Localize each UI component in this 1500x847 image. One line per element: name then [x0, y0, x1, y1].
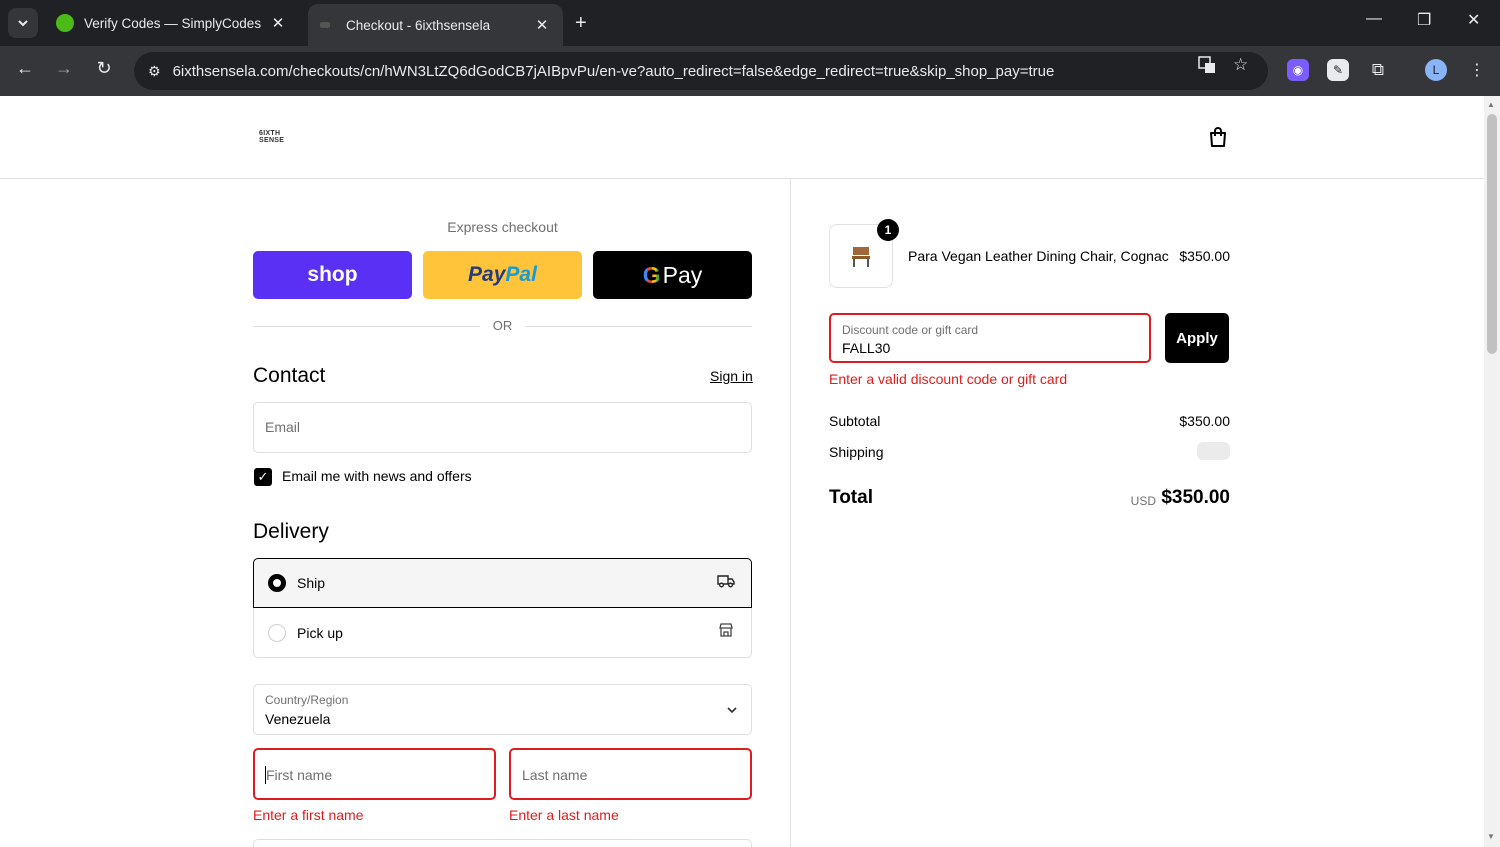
last-name-placeholder: Last name	[522, 767, 588, 783]
column-divider	[790, 179, 791, 847]
total-value: $350.00	[1161, 487, 1230, 508]
total-currency: USD	[1130, 494, 1156, 508]
ship-label: Ship	[297, 575, 326, 591]
site-favicon-icon	[320, 22, 330, 28]
shop-pay-button[interactable]: shop	[253, 251, 412, 299]
shipping-label: Shipping	[829, 444, 884, 460]
chevron-down-icon	[18, 20, 28, 27]
paypal-pal-text: Pal	[505, 263, 537, 286]
pickup-radio[interactable]	[268, 623, 286, 642]
last-name-error: Enter a last name	[509, 807, 619, 823]
email-field[interactable]: Email	[253, 402, 752, 453]
address-bar[interactable]: ⚙ 6ixthsensela.com/checkouts/cn/hWN3LtZQ…	[134, 52, 1268, 90]
shipping-loading-placeholder	[1197, 442, 1230, 460]
subtotal-value: $350.00	[1179, 413, 1230, 429]
quantity-badge: 1	[877, 219, 899, 241]
paypal-pay-text: Pay	[468, 263, 506, 286]
scroll-thumb[interactable]	[1487, 114, 1497, 354]
tab-checkout[interactable]: Checkout - 6ixthsensela ✕	[308, 4, 563, 46]
discount-label: Discount code or gift card	[842, 323, 979, 337]
tab-title: Verify Codes — SimplyCodes	[84, 15, 262, 31]
email-placeholder: Email	[265, 419, 301, 435]
country-value: Venezuela	[265, 711, 331, 727]
discount-value: FALL30	[842, 340, 891, 356]
first-name-placeholder: First name	[266, 767, 333, 783]
total-label: Total	[829, 487, 873, 508]
delivery-heading: Delivery	[253, 520, 329, 543]
last-name-field[interactable]: Last name	[509, 748, 752, 800]
browser-toolbar: ← → ↻ ⚙ 6ixthsensela.com/checkouts/cn/hW…	[0, 46, 1500, 96]
translate-icon[interactable]	[1197, 55, 1217, 80]
first-name-field[interactable]: First name	[253, 748, 496, 800]
store-logo[interactable]: 6IXTH SENSE	[259, 130, 284, 144]
extensions-puzzle-icon[interactable]: ⧉	[1367, 59, 1389, 81]
window-close-icon[interactable]: ✕	[1467, 10, 1480, 30]
minimize-icon[interactable]: —	[1366, 10, 1382, 28]
forward-arrow-icon[interactable]: →	[51, 58, 77, 79]
delivery-option-ship[interactable]: Ship	[253, 558, 752, 608]
close-icon[interactable]: ✕	[269, 14, 287, 32]
discount-code-field[interactable]: Discount code or gift card FALL30	[829, 313, 1151, 363]
sign-in-link[interactable]: Sign in	[710, 368, 753, 384]
ship-radio[interactable]	[268, 574, 286, 592]
bookmark-star-icon[interactable]: ☆	[1233, 55, 1248, 75]
store-icon	[715, 622, 737, 643]
subtotal-label: Subtotal	[829, 413, 881, 429]
contact-heading: Contact	[253, 364, 326, 387]
truck-icon	[715, 574, 737, 593]
extension-leaf-icon[interactable]: ✎	[1327, 59, 1349, 81]
or-divider-text: OR	[492, 318, 513, 333]
discount-error: Enter a valid discount code or gift card	[829, 371, 1068, 387]
delivery-option-pickup[interactable]: Pick up	[253, 608, 752, 658]
profile-avatar[interactable]: L	[1425, 59, 1447, 81]
shop-pay-label: shop	[307, 263, 358, 286]
newsletter-checkbox[interactable]: ✓	[254, 468, 272, 486]
reload-icon[interactable]: ↻	[91, 58, 117, 79]
country-select[interactable]: Country/Region Venezuela	[253, 684, 752, 735]
pickup-label: Pick up	[297, 624, 343, 641]
simplycodes-favicon-icon	[56, 14, 74, 32]
browser-tab-strip: Verify Codes — SimplyCodes ✕ Checkout - …	[0, 0, 1500, 46]
logo-line: SENSE	[259, 137, 285, 144]
chair-image-icon	[852, 247, 870, 267]
scroll-down-icon[interactable]: ▼	[1487, 832, 1495, 841]
or-divider-right	[525, 326, 752, 327]
site-settings-icon[interactable]: ⚙	[148, 63, 161, 80]
chevron-down-icon	[727, 707, 737, 714]
google-g-icon: G	[642, 261, 661, 288]
next-field-partial[interactable]	[253, 839, 752, 847]
product-price: $350.00	[1179, 248, 1230, 264]
tab-title: Checkout - 6ixthsensela	[346, 17, 491, 33]
close-icon[interactable]: ✕	[533, 16, 551, 34]
restore-icon[interactable]: ❐	[1417, 10, 1431, 30]
google-pay-label: Pay	[662, 261, 703, 288]
tab-search-button[interactable]	[8, 8, 38, 38]
google-pay-button[interactable]: G Pay	[593, 251, 752, 299]
tab-simplycodes[interactable]: Verify Codes — SimplyCodes ✕	[44, 6, 299, 40]
kebab-menu-icon[interactable]: ⋮	[1466, 59, 1488, 81]
newsletter-label: Email me with news and offers	[282, 468, 472, 484]
extension-purple-icon[interactable]: ◉	[1287, 59, 1309, 81]
scroll-up-icon[interactable]: ▲	[1487, 100, 1495, 109]
or-divider-left	[253, 326, 480, 327]
back-arrow-icon[interactable]: ←	[12, 58, 38, 79]
logo-line: 6IXTH	[259, 130, 281, 137]
new-tab-plus-icon[interactable]: +	[575, 12, 587, 35]
url-text: 6ixthsensela.com/checkouts/cn/hWN3LtZQ6d…	[172, 62, 1055, 80]
checkout-page: 6IXTH SENSE Express checkout shop Pay Pal…	[0, 96, 1484, 847]
first-name-error: Enter a first name	[253, 807, 364, 823]
page-scrollbar[interactable]: ▲ ▼	[1484, 96, 1500, 847]
apply-discount-button[interactable]: Apply	[1165, 313, 1229, 363]
checkout-header: 6IXTH SENSE	[0, 96, 1484, 179]
express-checkout-label: Express checkout	[447, 219, 558, 235]
shopping-bag-icon[interactable]	[1207, 126, 1229, 148]
country-label: Country/Region	[265, 693, 349, 707]
paypal-button[interactable]: Pay Pal	[423, 251, 582, 299]
